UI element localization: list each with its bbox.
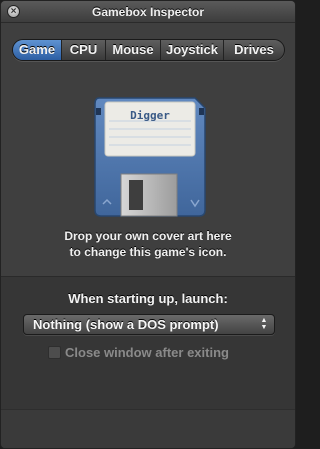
bottom-bar [1,409,295,448]
tab-game[interactable]: Game [13,40,62,60]
close-button[interactable]: × [7,5,20,18]
tab-drives[interactable]: Drives [224,40,284,60]
title-bar[interactable]: × Gamebox Inspector [1,1,295,23]
inspector-window: × Gamebox Inspector Game CPU Mouse Joyst… [0,0,296,449]
close-after-exit-label: Close window after exiting [65,344,229,360]
launch-program-select[interactable]: Nothing (show a DOS prompt) ▲ ▼ [23,314,275,335]
disk-label-text: Digger [130,109,170,122]
caption-line-2: to change this game's icon. [69,245,227,259]
chevron-up-down-icon: ▲ ▼ [260,317,268,331]
close-after-exit-checkbox[interactable] [48,345,61,359]
close-icon: × [10,6,17,17]
launch-program-value: Nothing (show a DOS prompt) [33,317,219,332]
icon-drop-caption: Drop your own cover art here to change t… [1,228,295,260]
launch-section: When starting up, launch: Nothing (show … [1,276,295,448]
window-title: Gamebox Inspector [91,5,205,19]
close-after-exit-row: Close window after exiting [48,344,229,360]
game-icon-drop-target[interactable]: Digger [93,96,207,218]
tab-joystick[interactable]: Joystick [161,40,224,60]
tab-mouse[interactable]: Mouse [106,40,161,60]
tab-bar: Game CPU Mouse Joystick Drives [12,39,285,61]
floppy-disk-icon: Digger [94,97,206,217]
caption-line-1: Drop your own cover art here [64,229,232,243]
tab-cpu[interactable]: CPU [62,40,106,60]
launch-label: When starting up, launch: [68,291,228,306]
